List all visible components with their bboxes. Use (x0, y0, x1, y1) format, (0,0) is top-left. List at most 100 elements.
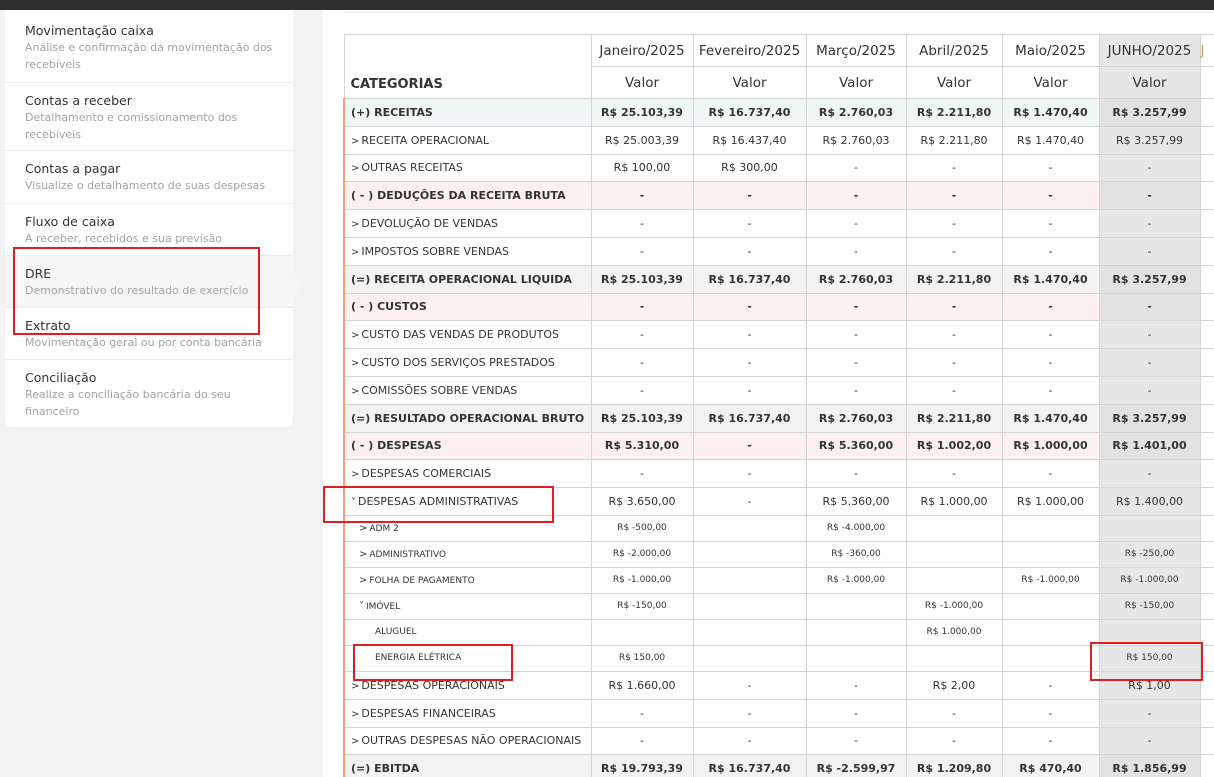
chevron-down-icon[interactable]: ˅ (359, 601, 364, 612)
value-header-partial (1199, 66, 1214, 99)
value-cell: R$ 2.211,80 (905, 403, 1003, 433)
value-cell: R$ 1.470,40 (1001, 98, 1100, 127)
table-row[interactable]: ˅ DESPESAS ADMINISTRATIVAS R$ 3.650,00- R$ … (343, 487, 1214, 516)
chevron-right-icon[interactable]: > (351, 709, 359, 720)
value-cell: - (905, 698, 1003, 728)
table-row[interactable]: > DESPESAS COMERCIAIS - - - - - - (343, 459, 1214, 489)
value-cell: R$ 1.470,40 (1001, 125, 1100, 155)
table-row[interactable]: > DEVOLUÇÃO DE VENDAS - - - - - - (343, 209, 1214, 238)
category-cell[interactable]: ˅ IMÓVEL (343, 592, 592, 620)
category-cell[interactable]: > DESPESAS COMERCIAIS (343, 459, 592, 489)
chevron-right-icon[interactable]: > (351, 330, 359, 341)
month-header[interactable]: JUNHO/2025 (1098, 34, 1201, 67)
table-row[interactable]: > IMPOSTOS SOBRE VENDAS - - - - - - (343, 236, 1214, 266)
value-cell: - (805, 181, 907, 211)
category-label: ( - ) DESPESAS (351, 439, 442, 453)
sidebar-item-movimentacao-caixa[interactable]: Movimentação caixa Análise e confirmação… (5, 10, 293, 83)
value-cell: - (590, 348, 694, 377)
table-row[interactable]: ( - ) DEDUÇÕES DA RECEITA BRUTA - - - - - - (343, 181, 1214, 211)
category-cell[interactable]: > IMPOSTOS SOBRE VENDAS (343, 236, 592, 266)
category-cell[interactable]: > CUSTO DAS VENDAS DE PRODUTOS (343, 320, 592, 350)
table-row[interactable]: > DESPESAS OPERACIONAIS R$ 1.660,00- - R$ 2,… (343, 670, 1214, 700)
sidebar-item-fluxo-caixa[interactable]: Fluxo de caixa A receber, recebidos e su… (5, 204, 293, 256)
category-cell[interactable]: > OUTRAS RECEITAS (343, 153, 592, 183)
dre-table-wrapper[interactable]: Janeiro/2025 Fevereiro/2025 Março/2025 A… (343, 34, 1214, 777)
value-cell-partial (1199, 209, 1214, 238)
chevron-right-icon[interactable]: > (359, 523, 367, 534)
month-header[interactable]: Janeiro/2025 (590, 34, 694, 67)
table-row[interactable]: > DESPESAS FINANCEIRAS - - - - - - (343, 698, 1214, 728)
table-row[interactable]: > CUSTO DAS VENDAS DE PRODUTOS - - - - - - (343, 320, 1214, 350)
chevron-right-icon[interactable]: > (351, 681, 359, 692)
table-row[interactable]: > ADM 2 R$ -500,00 R$ -4.000,00 (343, 514, 1214, 542)
category-cell[interactable]: > DEVOLUÇÃO DE VENDAS (343, 209, 592, 238)
category-cell: ( - ) CUSTOS (343, 292, 592, 322)
value-cell: - (1001, 459, 1100, 489)
category-cell[interactable]: > CUSTO DOS SERVIÇOS PRESTADOS (343, 348, 592, 377)
category-cell[interactable]: > DESPESAS FINANCEIRAS (343, 698, 592, 728)
category-cell[interactable]: > DESPESAS OPERACIONAIS (343, 670, 592, 700)
table-row[interactable]: > FOLHA DE PAGAMENTO R$ -1.000,00 R$ -1.000… (343, 566, 1214, 594)
month-header[interactable]: Fevereiro/2025 (692, 34, 807, 67)
category-cell[interactable]: > FOLHA DE PAGAMENTO (343, 566, 592, 594)
sidebar-item-contas-receber[interactable]: Contas a receber Detalhamento e comissio… (5, 83, 293, 151)
table-row[interactable]: > ADMINISTRATIVO R$ -2.000,00 R$ -360,00 R$ … (343, 540, 1214, 568)
value-cell: R$ 1.470,40 (1001, 403, 1100, 433)
table-row[interactable]: (=) RECEITA OPERACIONAL LIQUIDA R$ 25.103… (343, 264, 1214, 294)
table-row[interactable]: (=) RESULTADO OPERACIONAL BRUTO R$ 25.103… (343, 403, 1214, 433)
table-row[interactable]: > COMISSÕES SOBRE VENDAS - - - - - - (343, 375, 1214, 405)
table-row[interactable]: ( - ) DESPESAS R$ 5.310,00- R$ 5.360,00 R$ … (343, 431, 1214, 461)
top-bar (0, 0, 1214, 10)
category-label: ADMINISTRATIVO (369, 549, 447, 560)
value-cell-partial (1199, 236, 1214, 266)
month-header[interactable]: Março/2025 (805, 34, 907, 67)
category-cell[interactable]: > COMISSÕES SOBRE VENDAS (343, 375, 592, 405)
value-cell: - (1098, 292, 1201, 322)
table-row[interactable]: ENERGIA ELÉTRICA R$ 150,00 R$ 150,00 (343, 644, 1214, 672)
value-cell-partial (1199, 566, 1214, 594)
chevron-right-icon[interactable]: > (351, 163, 359, 174)
table-row[interactable]: > OUTRAS DESPESAS NÃO OPERACIONAIS - - - - - - (343, 726, 1214, 756)
category-cell[interactable]: > RECEITA OPERACIONAL (343, 125, 592, 155)
chevron-right-icon[interactable]: > (359, 549, 367, 560)
table-row[interactable]: ( - ) CUSTOS - - - - - - (343, 292, 1214, 322)
sidebar-item-dre[interactable]: DRE Demonstrativo do resultado de exercí… (5, 256, 302, 308)
sidebar-item-conciliacao[interactable]: Conciliação Realize a conciliação bancár… (5, 360, 293, 427)
chevron-right-icon[interactable]: > (351, 247, 359, 258)
value-cell: - (590, 209, 694, 238)
value-cell: - (905, 209, 1003, 238)
value-cell: - (1001, 375, 1100, 405)
value-cell-partial (1199, 540, 1214, 568)
chevron-down-icon[interactable]: ˅ (351, 497, 356, 508)
category-cell[interactable]: > ADMINISTRATIVO (343, 540, 592, 568)
sidebar-item-title: Contas a pagar (25, 161, 121, 176)
month-header[interactable]: Maio/2025 (1001, 34, 1100, 67)
sidebar-item-extrato[interactable]: Extrato Movimentação geral ou por conta … (5, 308, 293, 360)
chevron-right-icon[interactable]: > (351, 386, 359, 397)
chevron-right-icon[interactable]: > (351, 469, 359, 480)
month-header-partial[interactable]: J (1199, 34, 1214, 67)
category-cell[interactable]: > ADM 2 (343, 514, 592, 542)
value-cell: R$ -2.000,00 (590, 540, 694, 568)
sidebar-item-title: Extrato (25, 318, 71, 333)
value-cell: - (805, 209, 907, 238)
chevron-right-icon[interactable]: > (351, 136, 359, 147)
table-row[interactable]: > CUSTO DOS SERVIÇOS PRESTADOS - - - - - - (343, 348, 1214, 377)
chevron-right-icon[interactable]: > (351, 219, 359, 230)
table-row[interactable]: ˅ IMÓVEL R$ -150,00 R$ -1.000,00 R$ -150,00 (343, 592, 1214, 620)
table-row[interactable]: > RECEITA OPERACIONAL R$ 25.003,39 R$ 16.43… (343, 125, 1214, 155)
main-panel: Janeiro/2025 Fevereiro/2025 Março/2025 A… (323, 10, 1214, 777)
table-row[interactable]: (+) RECEITAS R$ 25.103,39 R$ 16.737,40 R$ 2… (343, 98, 1214, 127)
table-row[interactable]: ALUGUEL R$ 1.000,00 (343, 618, 1214, 646)
table-row[interactable]: > OUTRAS RECEITAS R$ 100,00 R$ 300,00- - - - (343, 153, 1214, 183)
month-header[interactable]: Abril/2025 (905, 34, 1003, 67)
category-cell[interactable]: > OUTRAS DESPESAS NÃO OPERACIONAIS (343, 726, 592, 756)
category-cell[interactable]: ˅ DESPESAS ADMINISTRATIVAS (343, 487, 592, 516)
chevron-right-icon[interactable]: > (351, 358, 359, 369)
value-cell: - (692, 348, 807, 377)
chevron-right-icon[interactable]: > (359, 575, 367, 586)
sidebar-item-contas-pagar[interactable]: Contas a pagar Visualize o detalhamento … (5, 151, 293, 204)
chevron-right-icon[interactable]: > (351, 736, 359, 747)
table-row[interactable]: (=) EBITDA R$ 19.793,39 R$ 16.737,40 R$ -2.… (343, 754, 1214, 777)
value-cell (805, 592, 907, 620)
